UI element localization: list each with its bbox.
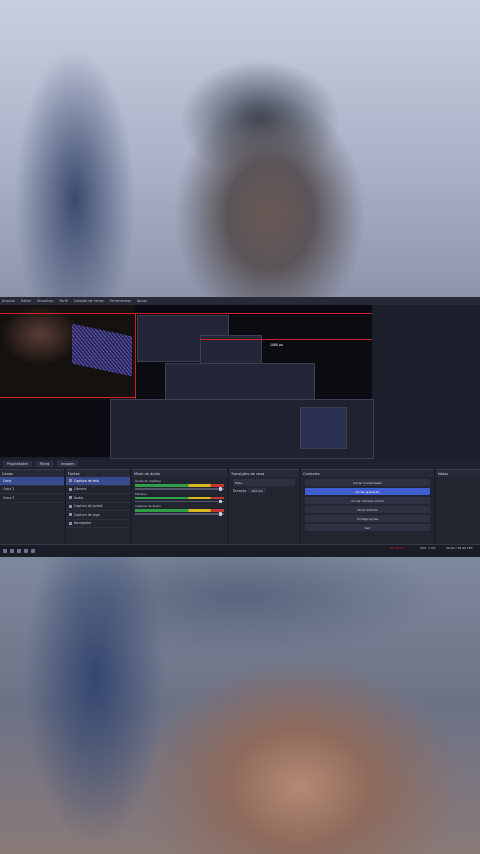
tab-image[interactable]: Imagem (57, 460, 79, 467)
notes-body[interactable] (436, 477, 480, 481)
sources-title: Fontes (66, 470, 130, 477)
duration-row: Duração 300 ms (229, 488, 299, 493)
transition-select[interactable]: Fade (233, 479, 295, 486)
sources-dock: Fontes Captura de tela Câmera Áudio Capt… (66, 469, 130, 545)
scene-item[interactable]: Cena (0, 477, 64, 486)
start-recording-button[interactable]: Iniciar gravação (305, 488, 430, 495)
mixer-track-label: Áudio do desktop (135, 479, 162, 483)
taskbar (0, 549, 35, 554)
volume-meter (135, 484, 224, 487)
mixer-title: Mixer de áudio (132, 470, 227, 477)
cpu-usage: CPU: 1.3% (420, 546, 436, 550)
nested-controls-dock (300, 407, 347, 449)
notes-dock: Notas (436, 469, 480, 545)
window-icon (69, 504, 72, 508)
record-time: 00:00:00 (390, 546, 404, 550)
status-bar (0, 544, 480, 557)
speaker-icon (69, 496, 72, 500)
guide-line (200, 339, 372, 340)
globe-icon (69, 521, 72, 525)
start-streaming-button[interactable]: Iniciar transmissão (305, 479, 430, 486)
source-label: Captura de janela (74, 504, 103, 509)
monitor-icon (69, 479, 72, 483)
start-virtualcam-button[interactable]: Iniciar câmera virtual (305, 497, 430, 504)
source-label: Câmera (74, 487, 87, 492)
guide-line (0, 313, 372, 314)
source-item[interactable]: Captura de janela (66, 503, 130, 511)
preview-size-label: 1080 px (270, 343, 284, 347)
guide-line (135, 313, 136, 405)
mixer-track-label: Mic/Aux (135, 491, 147, 496)
volume-meter (135, 496, 224, 499)
transitions-title: Transições de cena (229, 470, 299, 477)
volume-slider[interactable] (135, 487, 224, 490)
menu-item[interactable]: Ferramentas (110, 299, 131, 303)
source-label: Áudio (74, 495, 84, 500)
tab-filters[interactable]: Filtros (35, 460, 54, 467)
guide-line (0, 397, 135, 398)
notes-title: Notas (436, 470, 480, 477)
source-item[interactable]: Captura de tela (66, 477, 130, 486)
duration-label: Duração (233, 488, 247, 493)
start-icon[interactable] (3, 549, 7, 553)
camera-icon (69, 487, 72, 491)
taskbar-app-icon[interactable] (10, 549, 14, 553)
audio-mixer-dock: Mixer de áudio Áudio do desktop Mic/Aux … (132, 469, 227, 545)
scenes-title: Cenas (0, 470, 64, 477)
scenes-dock: Cenas Cena Cena 2 Cena 3 (0, 469, 64, 545)
tab-properties[interactable]: Propriedades (3, 460, 32, 467)
mixer-track: Captura de áudio (135, 504, 224, 515)
studio-mode-button[interactable]: Modo estúdio (305, 506, 430, 513)
source-label: Captura de tela (74, 478, 99, 483)
taskbar-app-icon[interactable] (24, 549, 28, 553)
exit-button[interactable]: Sair (305, 524, 430, 531)
mixer-track-label: Captura de áudio (135, 504, 161, 508)
source-toolbar: Propriedades Filtros Imagem (0, 459, 480, 468)
menu-item[interactable]: Perfil (59, 299, 67, 303)
menu-item[interactable]: Visualizar (37, 299, 53, 303)
taskbar-app-icon[interactable] (31, 549, 35, 553)
source-item[interactable]: Áudio (66, 494, 130, 503)
source-item[interactable]: Câmera (66, 486, 130, 494)
source-item[interactable]: Captura de jogo (66, 511, 130, 520)
transitions-dock: Transições de cena Fade Duração 300 ms (229, 469, 299, 545)
settings-button[interactable]: Configurações (305, 515, 430, 522)
menu-item[interactable]: Editar (21, 299, 31, 303)
controls-dock: Controles Iniciar transmissão Iniciar gr… (301, 469, 434, 545)
scene-item[interactable]: Cena 2 (0, 486, 64, 494)
duration-input[interactable]: 300 ms (248, 488, 266, 493)
mixer-track: Áudio do desktop (135, 479, 224, 490)
menu-item[interactable]: Ajuda (137, 299, 147, 303)
obs-window: Arquivo Editar Visualizar Perfil Coleção… (0, 297, 480, 557)
controls-title: Controles (301, 470, 434, 477)
volume-slider[interactable] (135, 499, 224, 503)
preview-canvas[interactable]: 1080 px (0, 305, 374, 459)
source-label: Captura de jogo (74, 512, 100, 517)
menu-item[interactable]: Coleção de cenas (74, 299, 104, 303)
menu-item[interactable]: Arquivo (2, 299, 15, 303)
fps-readout: 30.00 / 30.00 FPS (446, 546, 473, 550)
webcam-overlay-bottom (0, 557, 480, 854)
volume-meter (135, 509, 224, 512)
gamepad-icon (69, 513, 72, 517)
source-label: Navegador (74, 521, 92, 526)
source-item[interactable]: Navegador (66, 520, 130, 528)
nested-preview-window (165, 363, 315, 400)
webcam-overlay-top (0, 0, 480, 297)
scene-item[interactable]: Cena 3 (0, 494, 64, 503)
mixer-track: Mic/Aux (135, 492, 224, 503)
volume-slider[interactable] (135, 512, 224, 515)
taskbar-app-icon[interactable] (17, 549, 21, 553)
menu-bar: Arquivo Editar Visualizar Perfil Coleção… (0, 297, 480, 305)
